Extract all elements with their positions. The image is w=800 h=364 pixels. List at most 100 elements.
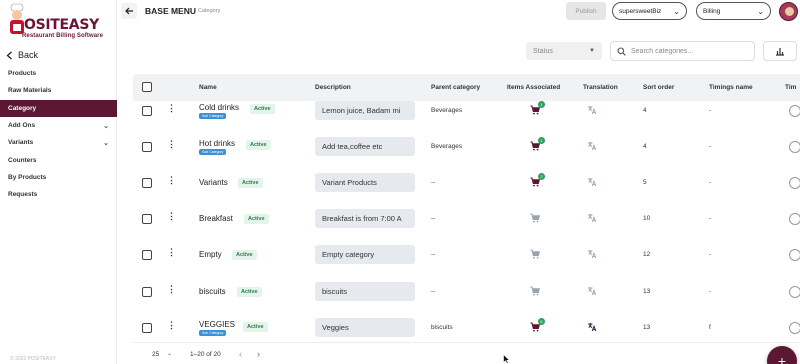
mode-select[interactable]: Billing ⌄ (696, 2, 771, 20)
table-row[interactable]: ⋮ Cold drinks Active Sub Category Lemon … (133, 93, 800, 129)
search-input[interactable] (631, 47, 746, 55)
sidebar-item-counters[interactable]: Counters (0, 151, 117, 168)
chevron-down-icon[interactable]: ⌄ (167, 350, 172, 357)
row-checkbox[interactable] (142, 178, 152, 188)
sidebar-item-requests[interactable]: Requests (0, 186, 117, 203)
description-field: Variant Products (315, 173, 415, 192)
more-vertical-icon[interactable]: ⋮ (167, 103, 176, 114)
column-header-parent[interactable]: Parent category (431, 84, 480, 91)
description-field: biscuits (315, 282, 415, 301)
sidebar-item-label: Add Ons (8, 122, 36, 130)
chevron-down-icon: ⌄ (757, 6, 764, 16)
row-checkbox[interactable] (142, 323, 152, 333)
row-radio[interactable] (789, 322, 800, 334)
row-checkbox[interactable] (142, 142, 152, 152)
table-row[interactable]: ⋮ VEGGIES Active Sub Category Veggies bi… (133, 310, 800, 346)
column-header-translation[interactable]: Translation (583, 84, 618, 91)
user-avatar[interactable] (779, 2, 798, 21)
sidebar-item-label: Variants (8, 139, 34, 147)
table-row[interactable]: ⋮ Empty Active Empty category -- 12 - (133, 237, 800, 273)
row-radio[interactable] (789, 105, 800, 117)
translate-icon[interactable] (587, 213, 597, 223)
sidebar-item-raw-materials[interactable]: Raw Materials (0, 82, 117, 99)
publish-button[interactable]: Publish (566, 2, 606, 20)
column-header-timings[interactable]: Timings name (709, 84, 753, 91)
sidebar-item-label: Counters (8, 156, 37, 164)
select-all-checkbox[interactable] (142, 82, 152, 92)
header-back-button[interactable] (121, 3, 137, 19)
status-badge: Active (232, 250, 257, 260)
timings-name: - (709, 215, 712, 222)
column-header-timings-cut[interactable]: Tim (785, 84, 796, 91)
translate-icon[interactable] (587, 249, 597, 259)
more-vertical-icon[interactable]: ⋮ (167, 320, 176, 331)
sidebar-item-add-ons[interactable]: Add Ons ⌄ (0, 117, 117, 134)
search-box[interactable] (610, 41, 755, 61)
chart-view-button[interactable] (763, 41, 797, 61)
mouse-cursor-icon (503, 354, 511, 364)
row-radio[interactable] (789, 249, 800, 261)
category-name: Hot drinks (199, 139, 236, 148)
more-vertical-icon[interactable]: ⋮ (167, 211, 176, 222)
translate-icon[interactable] (587, 105, 597, 115)
brand-logo[interactable]: OSITEASY Restaurant Billing Software (4, 2, 114, 42)
plus-icon: + (777, 353, 787, 364)
category-name: VEGGIES (199, 320, 236, 329)
category-name: Empty (199, 250, 222, 259)
category-name: biscuits (199, 287, 226, 296)
business-select[interactable]: supersweetBiz ⌄ (612, 2, 687, 20)
row-radio[interactable] (789, 177, 800, 189)
sub-category-badge: Sub Category (199, 113, 227, 119)
column-header-description[interactable]: Description (315, 84, 351, 91)
table-row[interactable]: ⋮ Hot drinks Active Sub Category Add tea… (133, 129, 800, 165)
bar-chart-icon (776, 48, 784, 56)
chevron-left-icon[interactable]: ‹ (239, 349, 242, 359)
more-vertical-icon[interactable]: ⋮ (167, 247, 176, 258)
row-checkbox[interactable] (142, 106, 152, 116)
chevron-down-icon: ⌄ (673, 6, 680, 16)
row-radio[interactable] (789, 141, 800, 153)
page-size-select[interactable]: 25 (152, 351, 159, 358)
status-filter[interactable]: Status ▼ (526, 42, 602, 60)
table-row[interactable]: ⋮ biscuits Active biscuits -- 13 - (133, 274, 800, 310)
timings-name: - (709, 107, 712, 114)
status-badge: Active (237, 287, 262, 297)
column-header-items[interactable]: Items Associated (507, 84, 560, 91)
cart-icon[interactable] (530, 286, 540, 296)
row-checkbox[interactable] (142, 214, 152, 224)
more-vertical-icon[interactable]: ⋮ (167, 139, 176, 150)
more-vertical-icon[interactable]: ⋮ (167, 284, 176, 295)
back-link[interactable]: Back (6, 50, 38, 60)
cart-icon[interactable] (530, 213, 540, 223)
table-row[interactable]: ⋮ Variants Active Variant Products -- 2 … (133, 165, 800, 201)
chevron-right-icon[interactable]: › (257, 349, 260, 359)
row-radio[interactable] (789, 213, 800, 225)
translate-icon[interactable] (587, 141, 597, 151)
items-count-badge: 1 (538, 101, 545, 108)
status-badge: Active (246, 140, 271, 150)
sort-order: 4 (643, 107, 647, 114)
sidebar-item-products[interactable]: Products (0, 65, 117, 82)
row-checkbox[interactable] (142, 287, 152, 297)
sidebar-item-by-products[interactable]: By Products (0, 169, 117, 186)
row-checkbox[interactable] (142, 250, 152, 260)
table-row[interactable]: ⋮ Breakfast Active Breakfast is from 7:0… (133, 201, 800, 237)
more-vertical-icon[interactable]: ⋮ (167, 175, 176, 186)
category-name: Cold drinks (199, 103, 240, 112)
items-count-badge: 1 (538, 137, 545, 144)
parent-category: -- (431, 251, 436, 258)
cart-icon[interactable] (530, 249, 540, 259)
timings-name: - (709, 288, 712, 295)
page-subtitle: Category (198, 8, 221, 14)
sidebar-item-category[interactable]: Category (0, 99, 117, 117)
translate-icon[interactable] (587, 177, 597, 187)
sidebar-item-label: Category (8, 104, 37, 112)
row-radio[interactable] (789, 286, 800, 298)
column-header-sort[interactable]: Sort order (643, 84, 674, 91)
translate-icon[interactable] (587, 322, 597, 332)
sort-order: 4 (643, 143, 647, 150)
column-header-name[interactable]: Name (199, 84, 217, 91)
arrow-left-icon (124, 7, 133, 15)
translate-icon[interactable] (587, 286, 597, 296)
sidebar-item-variants[interactable]: Variants ⌄ (0, 134, 117, 151)
